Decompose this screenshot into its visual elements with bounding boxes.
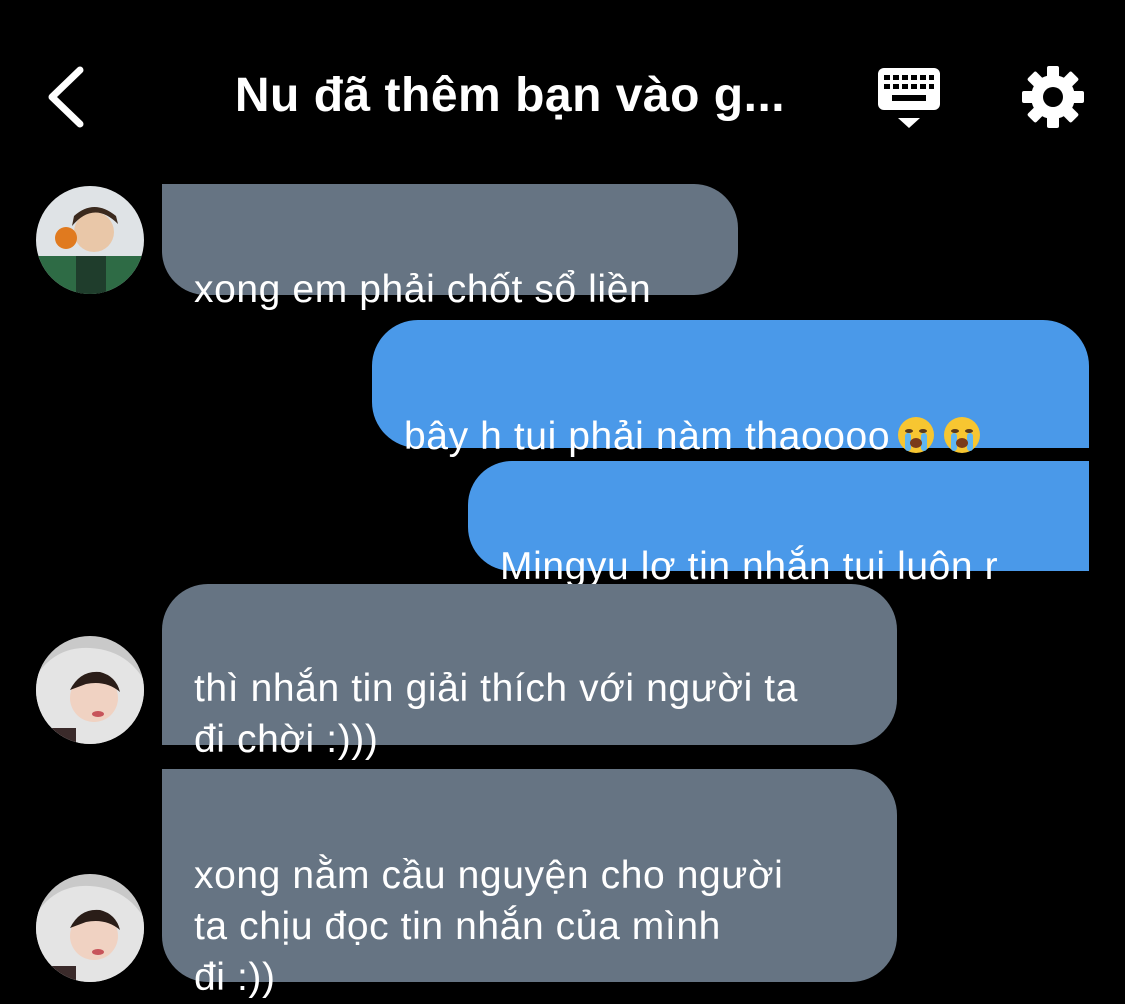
message-bubble-incoming[interactable]: thì nhắn tin giải thích với người ta đi … bbox=[162, 584, 897, 761]
message-text: xong nằm cầu nguyện cho người ta chịu đọ… bbox=[194, 854, 784, 999]
chevron-left-icon bbox=[48, 66, 84, 128]
message-bubble-incoming[interactable]: xong em phải chốt sổ liền bbox=[162, 184, 738, 311]
gear-icon bbox=[1022, 66, 1084, 128]
loudly-crying-face-icon bbox=[898, 417, 935, 453]
keyboard-toggle-button[interactable] bbox=[872, 64, 946, 134]
avatar[interactable] bbox=[36, 874, 144, 982]
chat-header: Nu đã thêm bạn vào g... bbox=[0, 0, 1125, 175]
message-bubble-outgoing[interactable]: Mingyu lơ tin nhắn tui luôn r bbox=[468, 461, 1089, 588]
message-text: bây h tui phải nàm thaoooo bbox=[404, 415, 891, 458]
message-bubble-incoming[interactable]: xong nằm cầu nguyện cho người ta chịu đọ… bbox=[162, 769, 897, 999]
keyboard-hide-icon bbox=[878, 68, 940, 128]
avatar[interactable] bbox=[36, 636, 144, 744]
avatar[interactable] bbox=[36, 186, 144, 294]
message-text: Mingyu lơ tin nhắn tui luôn r bbox=[500, 545, 999, 588]
message-text: xong em phải chốt sổ liền bbox=[194, 268, 652, 311]
message-bubble-outgoing[interactable]: bây h tui phải nàm thaoooo bbox=[372, 320, 1089, 458]
message-text: thì nhắn tin giải thích với người ta đi … bbox=[194, 667, 799, 761]
back-button[interactable] bbox=[40, 60, 100, 135]
conversation-title[interactable]: Nu đã thêm bạn vào g... bbox=[200, 68, 820, 123]
settings-button[interactable] bbox=[1020, 64, 1086, 130]
loudly-crying-face-icon bbox=[944, 417, 981, 453]
